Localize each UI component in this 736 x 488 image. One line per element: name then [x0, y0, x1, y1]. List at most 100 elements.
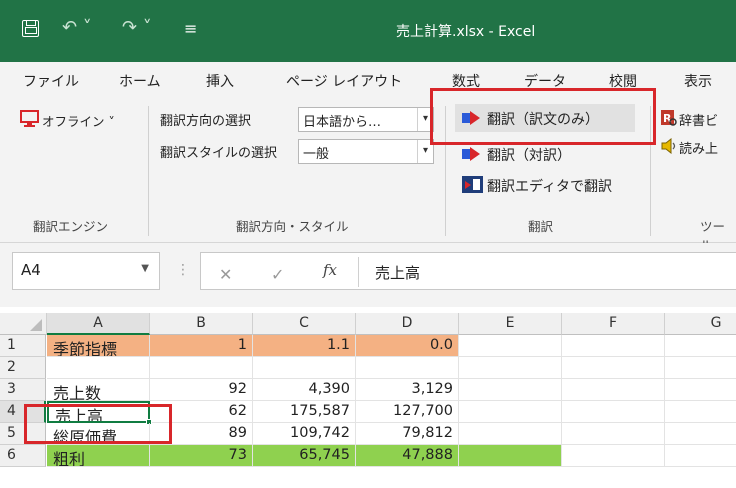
cell-c1[interactable]: 1.1: [253, 335, 356, 357]
customize-qat-icon[interactable]: ≡: [184, 19, 197, 38]
tab-home[interactable]: ホーム: [119, 71, 161, 91]
group-label-translate: 翻訳: [528, 219, 554, 234]
cell-c6[interactable]: 65,745: [253, 445, 356, 467]
cell-d1[interactable]: 0.0: [356, 335, 459, 357]
cell-e3[interactable]: [459, 379, 562, 401]
dictionary-icon: R: [661, 110, 677, 126]
direction-value: 日本語から…: [303, 115, 382, 130]
name-box[interactable]: A4 ▼: [12, 252, 160, 290]
translate-editor-button[interactable]: 翻訳エディタで翻訳: [455, 173, 645, 197]
translation-editor-icon: [462, 176, 483, 193]
more-options-icon[interactable]: ⋮: [176, 262, 190, 278]
cell-b3[interactable]: 92: [150, 379, 253, 401]
cell-g3[interactable]: [665, 379, 736, 401]
worksheet-grid: A B C D E F G 1 2 3 4 5 6 季節指標 1 1.1 0.0…: [0, 313, 736, 488]
cell-b2[interactable]: [150, 357, 253, 379]
column-header-a[interactable]: A: [47, 313, 150, 335]
group-divider: [148, 106, 149, 236]
speaker-icon: [661, 138, 676, 154]
column-header-d[interactable]: D: [356, 313, 459, 335]
cell-d5[interactable]: 79,812: [356, 423, 459, 445]
cell-g5[interactable]: [665, 423, 736, 445]
tab-page-layout[interactable]: ページ レイアウト: [286, 71, 402, 91]
save-icon[interactable]: [22, 20, 39, 37]
read-aloud-button[interactable]: 読み上: [661, 136, 736, 158]
divider: [358, 257, 359, 287]
cell-e4[interactable]: [459, 401, 562, 423]
row-header-3[interactable]: 3: [0, 379, 46, 401]
cell-d6[interactable]: 47,888: [356, 445, 459, 467]
window-title: 売上計算.xlsx - Excel: [396, 24, 536, 40]
cell-c3[interactable]: 4,390: [253, 379, 356, 401]
translate-arrow-icon: [462, 147, 480, 161]
cell-c4[interactable]: 175,587: [253, 401, 356, 423]
cancel-icon[interactable]: ✕: [219, 265, 232, 284]
cell-g4[interactable]: [665, 401, 736, 423]
select-all-corner[interactable]: [0, 313, 47, 335]
cell-e1[interactable]: [459, 335, 562, 357]
direction-label: 翻訳方向の選択: [160, 114, 252, 129]
group-label-engine: 翻訳エンジン: [33, 219, 109, 234]
cell-g1[interactable]: [665, 335, 736, 357]
offline-button[interactable]: オフライン ˅: [20, 108, 145, 132]
tab-file[interactable]: ファイル: [23, 71, 79, 91]
name-box-value: A4: [21, 261, 41, 279]
style-select[interactable]: 一般 ▾: [298, 139, 434, 164]
read-aloud-label: 読み上: [679, 142, 719, 157]
tab-view[interactable]: 表示: [684, 71, 712, 91]
column-header-e[interactable]: E: [459, 313, 562, 335]
cell-a6[interactable]: 粗利: [47, 445, 150, 467]
translate-editor-label: 翻訳エディタで翻訳: [487, 179, 613, 195]
cell-g6[interactable]: [665, 445, 736, 467]
select-all-icon: [30, 319, 42, 331]
insert-function-icon[interactable]: fx: [323, 261, 337, 279]
dictionary-button[interactable]: R 辞書ビ: [661, 108, 736, 130]
cell-d4[interactable]: 127,700: [356, 401, 459, 423]
cell-c2[interactable]: [253, 357, 356, 379]
enter-icon[interactable]: ✓: [271, 265, 284, 284]
cell-d2[interactable]: [356, 357, 459, 379]
group-label-direction: 翻訳方向・スタイル: [236, 219, 349, 234]
cell-b6[interactable]: 73: [150, 445, 253, 467]
cell-e5[interactable]: [459, 423, 562, 445]
cell-c5[interactable]: 109,742: [253, 423, 356, 445]
cell-e6[interactable]: [459, 445, 562, 467]
cell-e2[interactable]: [459, 357, 562, 379]
column-header-b[interactable]: B: [150, 313, 253, 335]
cell-a3[interactable]: 売上数: [47, 379, 150, 401]
cell-f1[interactable]: [562, 335, 665, 357]
translate-parallel-label: 翻訳（対訳）: [487, 148, 571, 164]
highlight-box: [430, 88, 656, 145]
column-header-g[interactable]: G: [665, 313, 736, 335]
redo-icon[interactable]: ↷ ˅: [122, 17, 152, 38]
cell-f3[interactable]: [562, 379, 665, 401]
tab-insert[interactable]: 挿入: [206, 71, 234, 91]
highlight-box: [24, 404, 172, 444]
cell-a2[interactable]: [47, 357, 150, 379]
style-value: 一般: [303, 147, 330, 162]
row-header-1[interactable]: 1: [0, 335, 46, 357]
direction-select[interactable]: 日本語から… ▾: [298, 107, 434, 132]
cell-b1[interactable]: 1: [150, 335, 253, 357]
cell-f5[interactable]: [562, 423, 665, 445]
chevron-down-icon[interactable]: ▼: [141, 263, 149, 274]
cell-f4[interactable]: [562, 401, 665, 423]
column-header-c[interactable]: C: [253, 313, 356, 335]
cell-g2[interactable]: [665, 357, 736, 379]
title-bar: ↶ ˅ ↷ ˅ ≡ 売上計算.xlsx - Excel: [0, 0, 736, 62]
cell-d3[interactable]: 3,129: [356, 379, 459, 401]
formula-input[interactable]: 売上高: [375, 262, 420, 283]
cell-a1[interactable]: 季節指標: [47, 335, 150, 357]
dictionary-label: 辞書ビ: [679, 114, 719, 129]
cell-f6[interactable]: [562, 445, 665, 467]
monitor-icon: [20, 110, 39, 127]
cell-f2[interactable]: [562, 357, 665, 379]
row-header-6[interactable]: 6: [0, 445, 46, 467]
offline-label: オフライン ˅: [42, 114, 115, 129]
style-label: 翻訳スタイルの選択: [160, 146, 278, 161]
translate-parallel-button[interactable]: 翻訳（対訳）: [455, 142, 635, 166]
column-header-f[interactable]: F: [562, 313, 665, 335]
undo-icon[interactable]: ↶ ˅: [62, 17, 92, 38]
formula-bar: ✕ ✓ fx 売上高: [200, 252, 736, 290]
row-header-2[interactable]: 2: [0, 357, 46, 379]
